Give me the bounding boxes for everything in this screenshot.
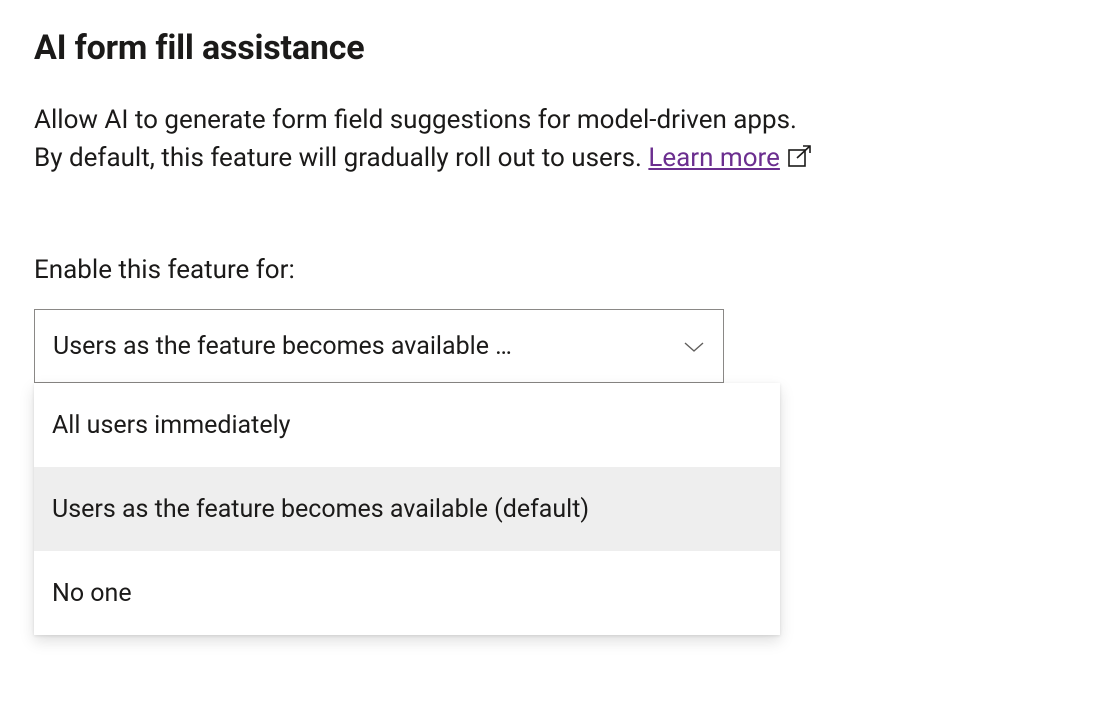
enable-feature-selected-text: Users as the feature becomes available … [53,332,512,361]
enable-feature-combobox[interactable]: Users as the feature becomes available … [34,309,724,383]
learn-more-link[interactable]: Learn more [648,143,780,173]
description-line-2: By default, this feature will gradually … [34,140,1074,178]
enable-feature-combo-wrap: Users as the feature becomes available …… [34,309,724,383]
option-all-users-immediately[interactable]: All users immediately [34,383,780,467]
enable-feature-field: Enable this feature for: Users as the fe… [34,255,1083,383]
option-no-one[interactable]: No one [34,551,780,635]
section-title: AI form fill assistance [34,28,1083,68]
description-line-1: Allow AI to generate form field suggesti… [34,102,1074,140]
section-description: Allow AI to generate form field suggesti… [34,102,1074,177]
description-line-2-text: By default, this feature will gradually … [34,143,648,173]
chevron-down-icon [683,332,705,361]
external-link-icon [788,141,812,179]
enable-feature-dropdown: All users immediately Users as the featu… [34,383,780,635]
enable-feature-label: Enable this feature for: [34,255,1083,285]
option-users-as-feature-becomes-available[interactable]: Users as the feature becomes available (… [34,467,780,551]
